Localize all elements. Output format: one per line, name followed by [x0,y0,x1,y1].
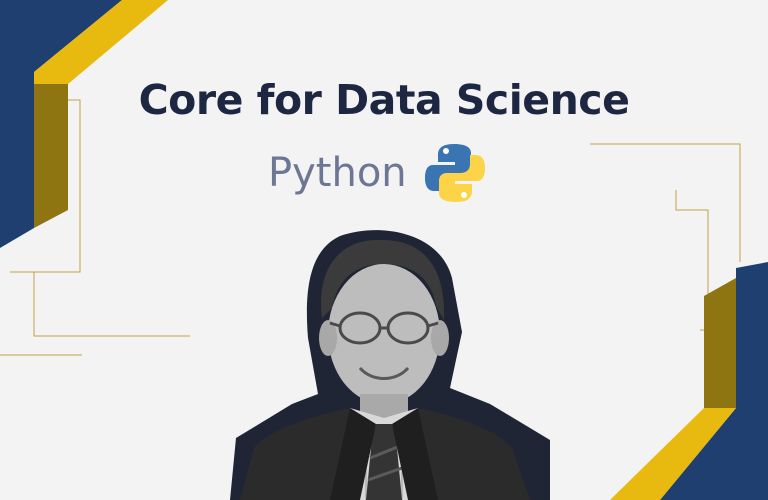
course-banner: Core for Data Science Python [0,0,768,500]
top-left-frame-line-2 [33,272,190,337]
right-frame-line-2 [675,190,709,331]
bottom-right-dark-gold-band [704,278,736,408]
right-frame-line [590,143,741,262]
course-title: Core for Data Science [138,76,630,124]
course-subtitle: Python [268,150,407,196]
subtitle-row: Python [268,140,487,206]
python-logo-icon [424,144,485,202]
instructor-portrait-photo [230,230,550,500]
portrait-face [328,264,440,404]
